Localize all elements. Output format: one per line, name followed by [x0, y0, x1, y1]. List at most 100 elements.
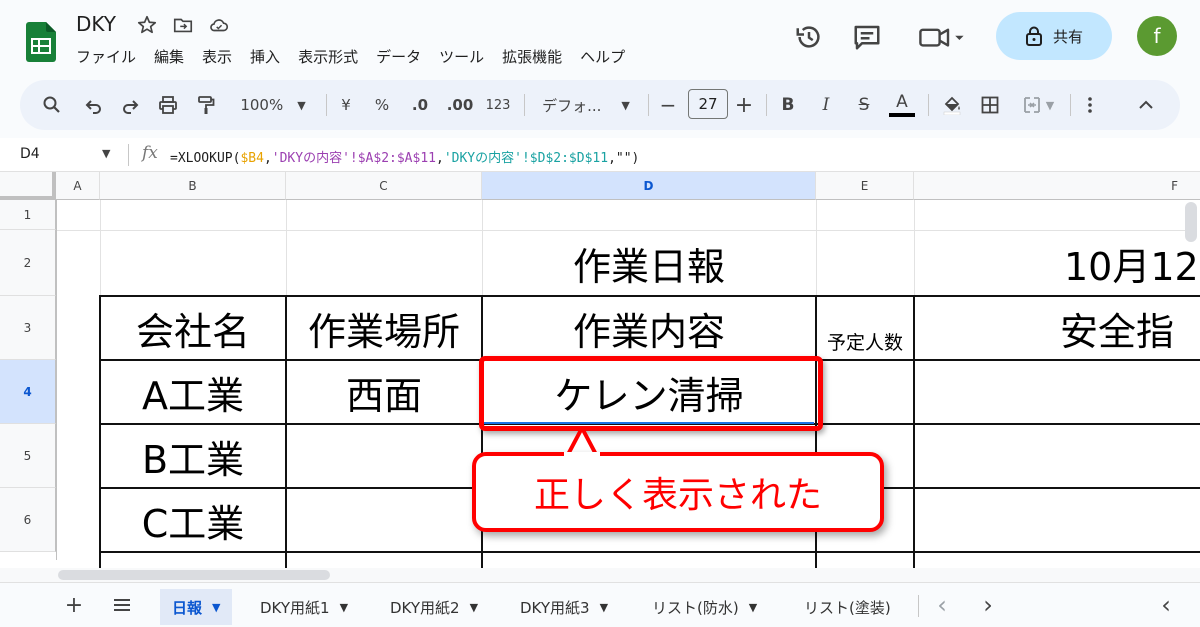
font-size-decrease-button[interactable]: − [656, 80, 680, 130]
chevron-down-icon: ▼ [621, 98, 630, 112]
strikethrough-button[interactable]: S [852, 80, 876, 130]
merge-cells-button[interactable]: ▼ [1014, 80, 1062, 130]
row-header-6[interactable]: 6 [0, 488, 56, 552]
column-header-a[interactable]: A [56, 172, 100, 200]
move-folder-icon[interactable] [172, 14, 194, 36]
borders-button[interactable] [976, 80, 1004, 130]
formula-ref-3: 'DKYの内容'!$D$2:$D$11 [443, 151, 609, 166]
select-all-corner[interactable] [0, 172, 56, 200]
chevron-down-icon[interactable]: ▼ [102, 147, 110, 160]
number-format-button[interactable]: 123 [482, 80, 514, 130]
menu-insert[interactable]: 挿入 [250, 46, 280, 67]
increase-decimal-button[interactable]: .00 [444, 80, 476, 130]
all-sheets-button[interactable] [110, 591, 134, 619]
row-header-2[interactable]: 2 [0, 230, 56, 296]
cell-f2[interactable]: 10月12 [1064, 230, 1200, 296]
italic-button[interactable]: I [814, 80, 838, 130]
fill-color-button[interactable] [936, 80, 968, 130]
column-header-f[interactable]: F [914, 172, 1200, 200]
name-box[interactable]: D4 [20, 146, 40, 162]
formula-ref-1: $B4 [240, 151, 264, 166]
menu-extensions[interactable]: 拡張機能 [502, 46, 562, 67]
version-history-icon[interactable] [794, 22, 824, 52]
undo-button[interactable] [80, 80, 108, 130]
column-header-b[interactable]: B [100, 172, 286, 200]
sheet-tab-label: DKY用紙1 [260, 598, 330, 617]
menu-format[interactable]: 表示形式 [298, 46, 358, 67]
cell-b6[interactable]: C工業 [100, 489, 286, 551]
column-header-e[interactable]: E [816, 172, 914, 200]
star-icon[interactable] [136, 14, 158, 36]
sheet-tab-label: リスト(防水) [652, 598, 739, 617]
chevron-down-icon[interactable]: ▼ [600, 601, 608, 614]
chevron-down-icon[interactable]: ▼ [749, 601, 757, 614]
scroll-tabs-left-button[interactable]: ‹ [930, 591, 954, 619]
row-header-5[interactable]: 5 [0, 424, 56, 488]
sheet-tab-dky3[interactable]: DKY用紙3 ▼ [508, 589, 620, 625]
sheet-tab-nippo[interactable]: 日報 ▼ [160, 589, 233, 625]
formula-ref-2: 'DKYの内容'!$A$2:$A$11 [271, 151, 436, 166]
more-options-button[interactable] [1078, 80, 1102, 130]
chevron-down-icon[interactable]: ▼ [470, 601, 478, 614]
print-button[interactable] [154, 80, 182, 130]
menu-edit[interactable]: 編集 [154, 46, 184, 67]
menu-icon [114, 599, 130, 611]
menu-file[interactable]: ファイル [76, 46, 136, 67]
cell-d3[interactable]: 作業内容 [482, 297, 816, 359]
cell-c4[interactable]: 西面 [286, 361, 482, 423]
font-size-input[interactable]: 27 [688, 89, 728, 119]
sheet-tab-dky2[interactable]: DKY用紙2 ▼ [378, 589, 490, 625]
hide-menus-button[interactable] [1134, 80, 1158, 130]
avatar[interactable]: f [1137, 16, 1177, 56]
cell-b4[interactable]: A工業 [100, 361, 286, 423]
sheet-tab-label: リスト(塗装) [804, 598, 891, 617]
cloud-saved-icon[interactable] [208, 14, 230, 36]
font-size-increase-button[interactable]: + [732, 80, 756, 130]
sheet-tab-list-painting[interactable]: リスト(塗装) [792, 589, 903, 625]
sheets-logo-icon[interactable] [26, 22, 56, 62]
text-color-button[interactable]: A [886, 80, 918, 130]
share-button[interactable]: 共有 [996, 12, 1112, 60]
percent-format-button[interactable]: % [370, 80, 394, 130]
cell-e3[interactable]: 予定人数 [816, 297, 914, 359]
bold-button[interactable]: B [776, 80, 800, 130]
chevron-down-icon[interactable]: ▼ [340, 601, 348, 614]
row-header-1[interactable]: 1 [0, 200, 56, 230]
paint-format-button[interactable] [192, 80, 220, 130]
menu-data[interactable]: データ [376, 46, 421, 67]
column-header-d[interactable]: D [482, 172, 816, 200]
toolbar-divider [766, 94, 767, 116]
font-dropdown[interactable]: デフォ... ▼ [536, 80, 636, 130]
annotation-callout: 正しく表示された [472, 452, 884, 532]
row-header-3[interactable]: 3 [0, 296, 56, 360]
currency-format-button[interactable]: ¥ [334, 80, 358, 130]
cell-c3[interactable]: 作業場所 [286, 297, 482, 359]
chevron-down-icon[interactable]: ▼ [212, 601, 220, 614]
redo-button[interactable] [116, 80, 144, 130]
meet-video-icon[interactable] [918, 22, 966, 52]
comments-icon[interactable] [852, 22, 882, 52]
add-sheet-button[interactable]: + [62, 591, 86, 619]
cell-b5[interactable]: B工業 [100, 425, 286, 487]
column-header-c[interactable]: C [286, 172, 482, 200]
more-vert-icon [1088, 97, 1092, 113]
menu-help[interactable]: ヘルプ [580, 46, 625, 67]
formula-input[interactable]: =XLOOKUP($B4,'DKYの内容'!$A$2:$A$11,'DKYの内容… [170, 147, 639, 166]
sheet-tab-dky1[interactable]: DKY用紙1 ▼ [248, 589, 360, 625]
cell-b3[interactable]: 会社名 [100, 297, 286, 359]
zoom-dropdown[interactable]: 100% ▼ [230, 80, 316, 130]
collapse-side-panel-button[interactable]: ‹ [1154, 591, 1178, 619]
search-menus-button[interactable] [38, 80, 66, 130]
menu-view[interactable]: 表示 [202, 46, 232, 67]
cell-d2[interactable]: 作業日報 [482, 230, 816, 296]
decrease-decimal-button[interactable]: .0 [406, 80, 434, 130]
row-header-4[interactable]: 4 [0, 360, 56, 424]
menu-tools[interactable]: ツール [439, 46, 484, 67]
horizontal-scrollbar[interactable] [58, 570, 330, 580]
zoom-value: 100% [240, 96, 284, 114]
document-title[interactable]: DKY [76, 12, 116, 36]
cell-f3[interactable]: 安全指 [1060, 297, 1200, 359]
scroll-tabs-right-button[interactable]: › [976, 591, 1000, 619]
sheet-tab-list-waterproof[interactable]: リスト(防水) ▼ [640, 589, 769, 625]
vertical-scrollbar[interactable] [1185, 202, 1197, 242]
